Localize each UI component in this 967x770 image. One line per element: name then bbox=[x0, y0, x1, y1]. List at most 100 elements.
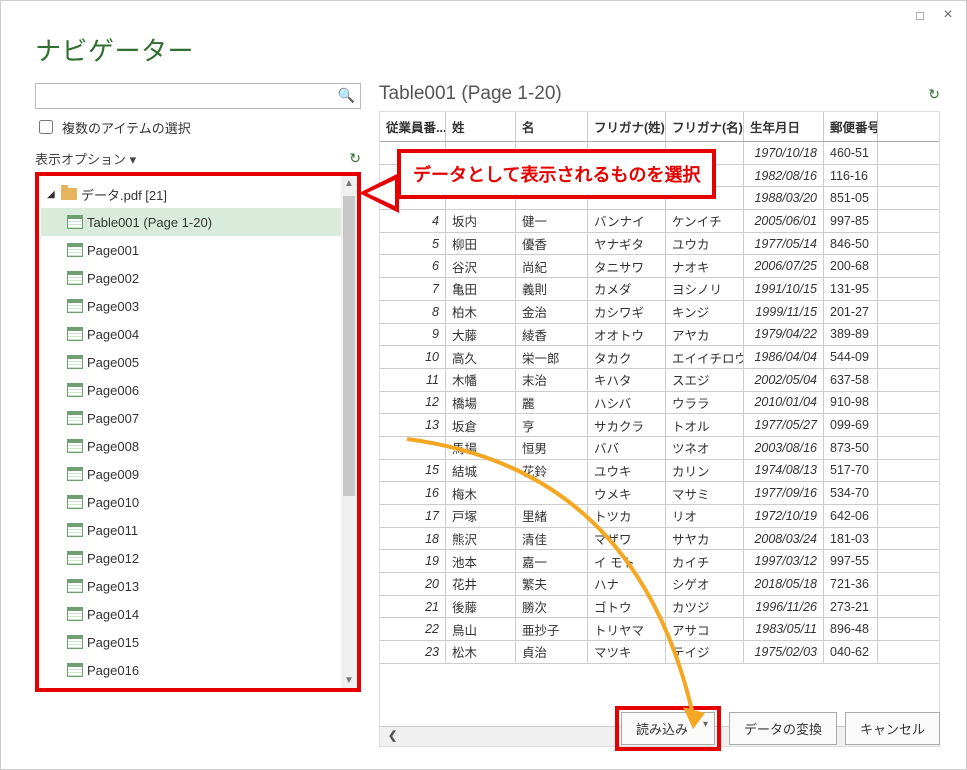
maximize-button[interactable]: □ bbox=[906, 4, 934, 26]
cell: 恒男 bbox=[516, 437, 588, 459]
cell: 1991/10/15 bbox=[744, 278, 824, 300]
twist-icon[interactable]: ◢ bbox=[47, 189, 57, 200]
tree-item[interactable]: Page017 bbox=[41, 684, 341, 688]
preview-refresh-icon[interactable]: ↻ bbox=[928, 86, 940, 103]
cell: 1997/03/12 bbox=[744, 550, 824, 572]
load-button[interactable]: 読み込み bbox=[621, 712, 715, 745]
navigator-dialog: □ × ナビゲーター 🔍 複数のアイテムの選択 表示オプション ▾ ↻ ◢ bbox=[0, 0, 967, 770]
cell: 末治 bbox=[516, 369, 588, 391]
cell: マザワ bbox=[588, 528, 666, 550]
cell: アサコ bbox=[666, 618, 744, 640]
cell: イ モト bbox=[588, 550, 666, 572]
table-row[interactable]: 11木幡末治キハタスエジ2002/05/04637-58 bbox=[380, 369, 939, 392]
search-icon[interactable]: 🔍 bbox=[338, 87, 355, 104]
table-row[interactable]: 20花井繁夫ハナシゲオ2018/05/18721-36 bbox=[380, 573, 939, 596]
table-row[interactable]: 6谷沢尚紀タニサワナオキ2006/07/25200-68 bbox=[380, 255, 939, 278]
table-row[interactable]: 8柏木金治カシワギキンジ1999/11/15201-27 bbox=[380, 301, 939, 324]
col-header[interactable]: フリガナ(姓) bbox=[588, 112, 666, 141]
table-row[interactable]: 15結城花鈴ユウキカリン1974/08/13517-70 bbox=[380, 460, 939, 483]
cell: 12 bbox=[380, 392, 446, 414]
col-header[interactable]: 従業員番... bbox=[380, 112, 446, 141]
cell: 873-50 bbox=[824, 437, 878, 459]
table-icon bbox=[67, 551, 83, 565]
transform-button[interactable]: データの変換 bbox=[729, 712, 837, 745]
cell: トオル bbox=[666, 414, 744, 436]
cell: 997-85 bbox=[824, 210, 878, 232]
cell: テイジ bbox=[666, 641, 744, 663]
refresh-icon[interactable]: ↻ bbox=[349, 150, 361, 167]
scroll-left-icon[interactable]: ❮ bbox=[388, 729, 397, 742]
cell: 亜抄子 bbox=[516, 618, 588, 640]
cell: 201-27 bbox=[824, 301, 878, 323]
table-row[interactable]: 4坂内健一バンナイケンイチ2005/06/01997-85 bbox=[380, 210, 939, 233]
tree-item-label: Page013 bbox=[87, 579, 139, 594]
titlebar: □ × bbox=[1, 1, 966, 29]
scroll-thumb[interactable] bbox=[343, 196, 355, 496]
table-icon bbox=[67, 411, 83, 425]
tree-item[interactable]: Page016 bbox=[41, 656, 341, 684]
table-row[interactable]: 16梅木ウメキマサミ1977/09/16534-70 bbox=[380, 482, 939, 505]
tree-item[interactable]: Page015 bbox=[41, 628, 341, 656]
col-header[interactable]: 生年月日 bbox=[744, 112, 824, 141]
tree-item-label: Page012 bbox=[87, 551, 139, 566]
cell: 坂倉 bbox=[446, 414, 516, 436]
table-row[interactable]: 10高久栄一郎タカクエイイチロウ1986/04/04544-09 bbox=[380, 346, 939, 369]
scroll-down-icon[interactable]: ▼ bbox=[341, 675, 357, 686]
cell: 17 bbox=[380, 505, 446, 527]
display-options-dropdown[interactable]: 表示オプション ▾ bbox=[35, 149, 136, 168]
tree-item[interactable]: Page014 bbox=[41, 600, 341, 628]
close-button[interactable]: × bbox=[934, 4, 962, 26]
grid-header: 従業員番... 姓 名 フリガナ(姓) フリガナ(名) 生年月日 郵便番号 bbox=[380, 112, 939, 142]
scroll-up-icon[interactable]: ▲ bbox=[341, 178, 357, 189]
tree-root[interactable]: ◢ データ.pdf [21] bbox=[41, 180, 341, 208]
tree-item[interactable]: Page013 bbox=[41, 572, 341, 600]
search-input[interactable] bbox=[35, 83, 361, 109]
grid-body: 1970/10/18460-511982/08/16116-161988/03/… bbox=[380, 142, 939, 726]
search-box: 🔍 bbox=[35, 83, 361, 109]
col-header[interactable]: 郵便番号 bbox=[824, 112, 878, 141]
tree-item[interactable]: Page009 bbox=[41, 460, 341, 488]
table-row[interactable]: 17戸塚里緒トツカリオ1972/10/19642-06 bbox=[380, 505, 939, 528]
tree-item[interactable]: Page005 bbox=[41, 348, 341, 376]
tree-item[interactable]: Page011 bbox=[41, 516, 341, 544]
tree-root-label: データ.pdf [21] bbox=[81, 185, 167, 204]
table-row[interactable]: 13坂倉亨サカクラトオル1977/05/27099-69 bbox=[380, 414, 939, 437]
col-header[interactable]: 姓 bbox=[446, 112, 516, 141]
tree-item[interactable]: Page001 bbox=[41, 236, 341, 264]
cell: 1970/10/18 bbox=[744, 142, 824, 164]
table-row[interactable]: 12橋場麗ハシバウララ2010/01/04910-98 bbox=[380, 392, 939, 415]
col-header[interactable]: 名 bbox=[516, 112, 588, 141]
tree-item-label: Page016 bbox=[87, 663, 139, 678]
tree-item[interactable]: Page004 bbox=[41, 320, 341, 348]
tree-item[interactable]: Page012 bbox=[41, 544, 341, 572]
multi-select-input[interactable] bbox=[39, 120, 53, 134]
cell: 木幡 bbox=[446, 369, 516, 391]
table-row[interactable]: 18熊沢清佳マザワサヤカ2008/03/24181-03 bbox=[380, 528, 939, 551]
cell: 389-89 bbox=[824, 324, 878, 346]
cancel-button[interactable]: キャンセル bbox=[845, 712, 940, 745]
multi-select-checkbox[interactable]: 複数のアイテムの選択 bbox=[35, 117, 361, 137]
table-row[interactable]: 21後藤勝次ゴトウカツジ1996/11/26273-21 bbox=[380, 596, 939, 619]
tree-scrollbar[interactable]: ▲ ▼ bbox=[341, 176, 357, 688]
tree-item[interactable]: Page010 bbox=[41, 488, 341, 516]
tree-item-label: Page009 bbox=[87, 467, 139, 482]
tree-item[interactable]: Page008 bbox=[41, 432, 341, 460]
tree-item[interactable]: Page007 bbox=[41, 404, 341, 432]
table-row[interactable]: 22鳥山亜抄子トリヤマアサコ1983/05/11896-48 bbox=[380, 618, 939, 641]
cell: 20 bbox=[380, 573, 446, 595]
table-row[interactable]: 19池本嘉一イ モトカイチ1997/03/12997-55 bbox=[380, 550, 939, 573]
cell: キンジ bbox=[666, 301, 744, 323]
cell: 池本 bbox=[446, 550, 516, 572]
table-row[interactable]: 7亀田義則カメダヨシノリ1991/10/15131-95 bbox=[380, 278, 939, 301]
preview-title: Table001 (Page 1-20) bbox=[379, 83, 562, 105]
table-row[interactable]: 23松木貞治マツキテイジ1975/02/03040-62 bbox=[380, 641, 939, 664]
tree-item[interactable]: Page006 bbox=[41, 376, 341, 404]
table-row[interactable]: 9大藤綾香オオトウアヤカ1979/04/22389-89 bbox=[380, 324, 939, 347]
tree-item[interactable]: Page002 bbox=[41, 264, 341, 292]
cell: 柏木 bbox=[446, 301, 516, 323]
tree-item[interactable]: Page003 bbox=[41, 292, 341, 320]
table-row[interactable]: 馬場恒男ババツネオ2003/08/16873-50 bbox=[380, 437, 939, 460]
table-row[interactable]: 5柳田優香ヤナギタユウカ1977/05/14846-50 bbox=[380, 233, 939, 256]
tree-item[interactable]: Table001 (Page 1-20) bbox=[41, 208, 341, 236]
col-header[interactable]: フリガナ(名) bbox=[666, 112, 744, 141]
